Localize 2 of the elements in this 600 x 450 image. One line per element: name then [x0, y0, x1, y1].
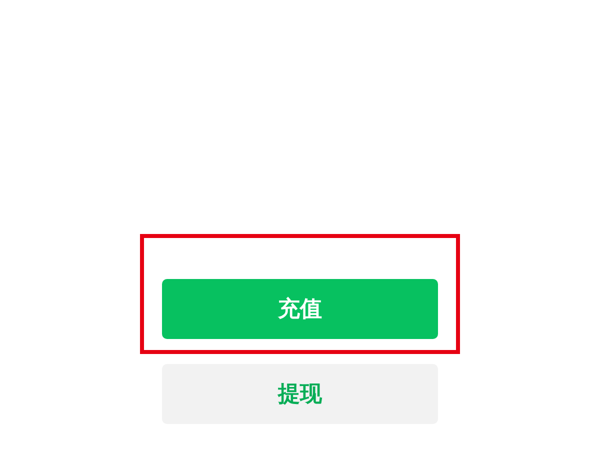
recharge-button[interactable]: 充值 — [162, 279, 438, 339]
withdraw-button[interactable]: 提现 — [162, 364, 438, 424]
